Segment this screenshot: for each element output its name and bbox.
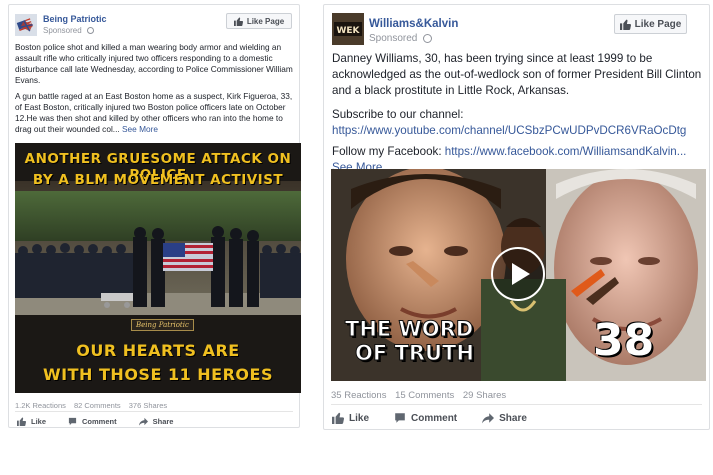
post-actions: Like Comment Share (332, 412, 552, 424)
engagement-stats: 1.2K Reactions 82 Comments 376 Shares (15, 401, 173, 410)
comment-icon (395, 413, 405, 423)
share-icon (482, 413, 495, 424)
image-footer: WITH THOSE 11 HEROES (43, 365, 273, 384)
episode-number: 38 (593, 315, 655, 366)
page-avatar[interactable]: WEK (332, 13, 364, 45)
video-title-line: THE WORD (344, 317, 474, 341)
share-button[interactable]: Share (482, 412, 527, 424)
like-label: Like (31, 417, 47, 426)
comment-button[interactable]: Comment (394, 412, 457, 424)
divider (331, 404, 702, 405)
engagement-stats: 35 Reactions 15 Comments 29 Shares (331, 390, 512, 401)
like-label: Like (349, 412, 370, 424)
page-avatar[interactable] (15, 14, 37, 36)
comment-label: Comment (411, 412, 458, 424)
comment-button[interactable]: Comment (68, 417, 117, 426)
comments-count[interactable]: 82 Comments (74, 401, 121, 410)
post-paragraph: Danney Williams, 30, has been trying sin… (332, 52, 702, 97)
sponsored-label: Sponsored (43, 26, 94, 35)
subscribe-line: Subscribe to our channel: https://www.yo… (332, 107, 705, 139)
sponsored-post-being-patriotic: Being Patriotic Sponsored Like Page Bost… (8, 4, 301, 428)
video-title-line: OF TRUTH (355, 341, 475, 365)
comments-count[interactable]: 15 Comments (395, 390, 454, 401)
like-page-label: Like Page (246, 16, 285, 26)
shares-count[interactable]: 376 Shares (129, 401, 167, 410)
reactions-count[interactable]: 35 Reactions (331, 390, 386, 401)
share-icon (138, 417, 148, 426)
see-more-link[interactable]: See More (122, 124, 158, 134)
youtube-channel-link[interactable]: https://www.youtube.com/channel/UCSbzPCw… (332, 124, 686, 137)
thumbs-up-icon (17, 417, 26, 426)
post-paragraph: A gun battle raged at an East Boston hom… (15, 91, 297, 135)
globe-icon (423, 33, 433, 43)
comment-label: Comment (82, 417, 117, 426)
wek-logo-icon: WEK (332, 13, 364, 45)
comment-icon (68, 417, 77, 426)
play-button[interactable] (491, 247, 545, 301)
sponsored-label: Sponsored (369, 33, 433, 44)
image-footer: OUR HEARTS ARE (76, 341, 240, 360)
wek-logo-text: WEK (336, 26, 360, 36)
post-body: Danney Williams, 30, has been trying sin… (332, 51, 705, 176)
image-headline: BY A BLM MOVEMENT ACTIVIST (32, 172, 284, 188)
like-page-button[interactable]: Like Page (614, 14, 687, 34)
reactions-count[interactable]: 1.2K Reactions (15, 401, 66, 410)
video-thumbnail[interactable]: THE WORD OF TRUTH 38 (331, 169, 706, 381)
page-name-link[interactable]: Being Patriotic (43, 14, 107, 24)
like-button[interactable]: Like (17, 417, 46, 426)
facebook-page-link[interactable]: https://www.facebook.com/WilliamsandKalv… (445, 145, 687, 158)
like-page-label: Like Page (634, 18, 682, 30)
follow-label: Follow my Facebook: (332, 145, 445, 158)
post-actions: Like Comment Share (17, 417, 195, 426)
sponsored-text: Sponsored (43, 26, 82, 35)
sponsored-post-williams-kalvin: WEK Williams&Kalvin Sponsored Like Page … (323, 4, 710, 430)
image-brand-tag: Being Patriotic (131, 319, 194, 331)
sponsored-text: Sponsored (369, 33, 418, 44)
share-label: Share (152, 417, 174, 426)
post-paragraph: Boston police shot and killed a man wear… (15, 42, 293, 85)
post-image[interactable]: ANOTHER GRUESOME ATTACK ON POLICE BY A B… (15, 143, 301, 393)
thumbs-up-icon (233, 17, 243, 26)
share-label: Share (499, 412, 527, 424)
globe-icon (86, 27, 94, 35)
thumbs-up-icon (332, 412, 344, 424)
thumbs-up-icon (619, 19, 631, 30)
like-button[interactable]: Like (332, 412, 369, 424)
shares-count[interactable]: 29 Shares (463, 390, 506, 401)
page-name-link[interactable]: Williams&Kalvin (369, 18, 458, 30)
share-button[interactable]: Share (138, 417, 174, 426)
flag-avatar-icon (15, 14, 37, 36)
post-body: Boston police shot and killed a man wear… (15, 42, 297, 135)
divider (15, 411, 293, 412)
play-icon (512, 263, 530, 285)
like-page-button[interactable]: Like Page (226, 13, 292, 29)
subscribe-label: Subscribe to our channel: (332, 108, 464, 121)
